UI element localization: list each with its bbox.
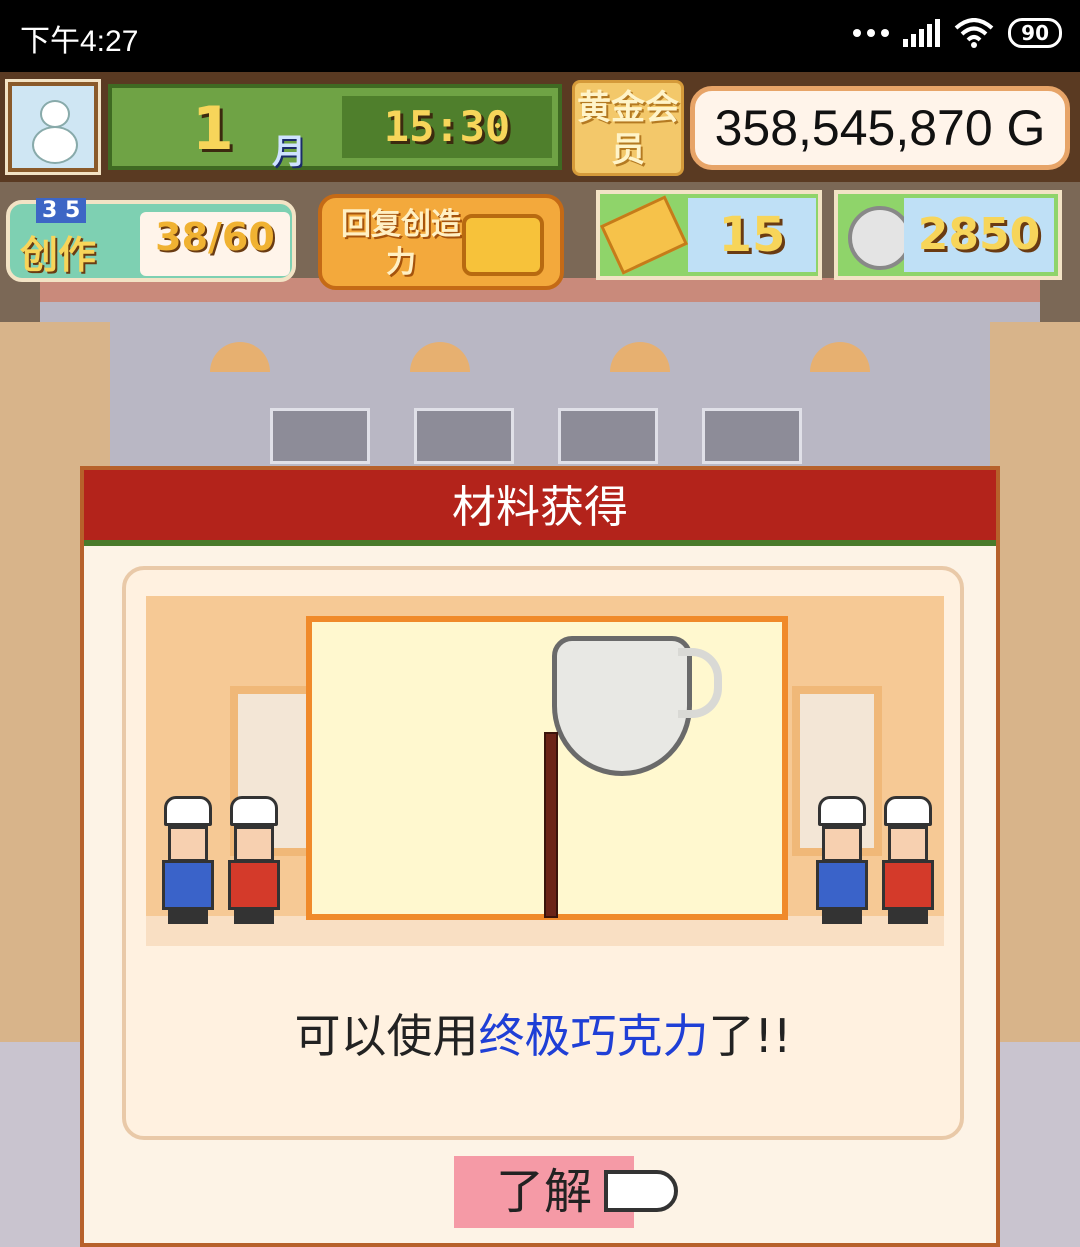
status-icons: 90 — [853, 18, 1062, 48]
create-timer: 3 5 — [36, 198, 87, 223]
item-frame — [306, 616, 788, 920]
kitchen-stove — [558, 408, 658, 464]
coin-panel[interactable]: 2850 — [834, 190, 1062, 280]
dialog-message: 可以使用终极巧克力了!! — [126, 1000, 960, 1066]
chocolate-stick-icon — [544, 732, 558, 918]
game-hud: 1 月 15:30 黄金会员 358,545,870 G — [0, 72, 1080, 182]
more-dots-icon — [853, 29, 890, 37]
chef-character — [876, 796, 940, 926]
chef-character — [222, 796, 286, 926]
season-snowman-icon[interactable] — [5, 79, 101, 175]
signal-icon — [903, 19, 941, 47]
ticket-count: 15 — [688, 198, 816, 272]
chef-character — [810, 796, 874, 926]
gold-member-badge[interactable]: 黄金会员 — [572, 80, 684, 176]
coin-icon — [848, 206, 912, 270]
dialog-title: 材料获得 — [84, 470, 996, 546]
milk-jug-icon — [552, 636, 692, 776]
dialog-illustration — [146, 596, 944, 946]
date-panel: 1 月 15:30 — [108, 84, 562, 172]
restore-label: 回复创造力 — [341, 207, 461, 280]
chef-character — [156, 796, 220, 926]
jug-handle — [678, 648, 722, 718]
ticket-panel[interactable]: 15 — [596, 190, 822, 280]
material-name: 终极巧克力 — [478, 1009, 709, 1063]
month-label: 月 — [272, 132, 306, 172]
month-number: 1 — [192, 94, 234, 164]
restore-creativity-button[interactable]: 回复创造力 — [318, 194, 564, 290]
coin-count: 2850 — [904, 198, 1054, 272]
create-count: 38/60 — [140, 212, 290, 276]
create-points-panel[interactable]: 3 5 创作 38/60 — [6, 198, 296, 282]
message-prefix: 可以使用 — [294, 1009, 479, 1063]
status-bar: 下午4:27 90 — [0, 0, 1080, 72]
tv-icon — [462, 214, 544, 276]
dialog-content: 可以使用终极巧克力了!! — [122, 566, 964, 1140]
game-clock: 15:30 — [342, 96, 552, 158]
money-display: 358,545,870 G — [690, 86, 1070, 170]
kitchen-stove — [414, 408, 514, 464]
battery-indicator: 90 — [1008, 18, 1062, 48]
message-suffix: 了!! — [708, 1009, 792, 1063]
kitchen-stove — [270, 408, 370, 464]
wifi-icon — [954, 18, 994, 48]
material-obtained-dialog: 材料获得 可以使用终极巧克力了!! 了解 — [80, 466, 1000, 1247]
create-label: 创作 — [20, 233, 97, 277]
pointing-hand-icon — [604, 1170, 678, 1212]
kitchen-stove — [702, 408, 802, 464]
status-time: 下午4:27 — [20, 25, 139, 58]
ticket-icon — [599, 195, 689, 275]
